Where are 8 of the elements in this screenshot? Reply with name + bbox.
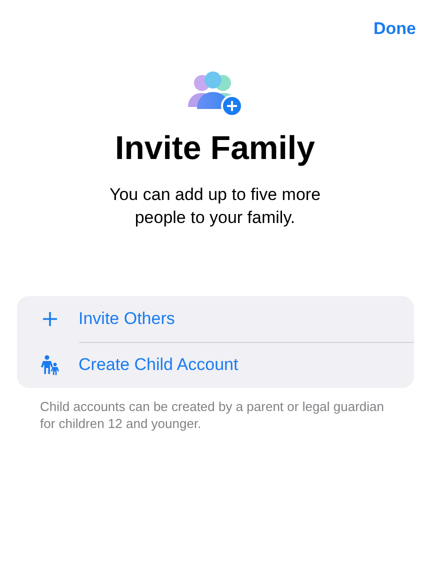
page-title: Invite Family [115, 129, 315, 167]
plus-icon [42, 311, 58, 327]
subtitle-text: You can add up to five more people to your family. [108, 184, 322, 229]
action-row[interactable]: Invite Others [16, 296, 414, 342]
done-button[interactable]: Done [374, 17, 416, 41]
action-row[interactable]: Create Child Account [16, 342, 414, 388]
adult-child-icon [40, 355, 58, 375]
footnote-text: Child accounts can be created by a parent or legal guardian for children 12 and younger. [40, 398, 385, 432]
